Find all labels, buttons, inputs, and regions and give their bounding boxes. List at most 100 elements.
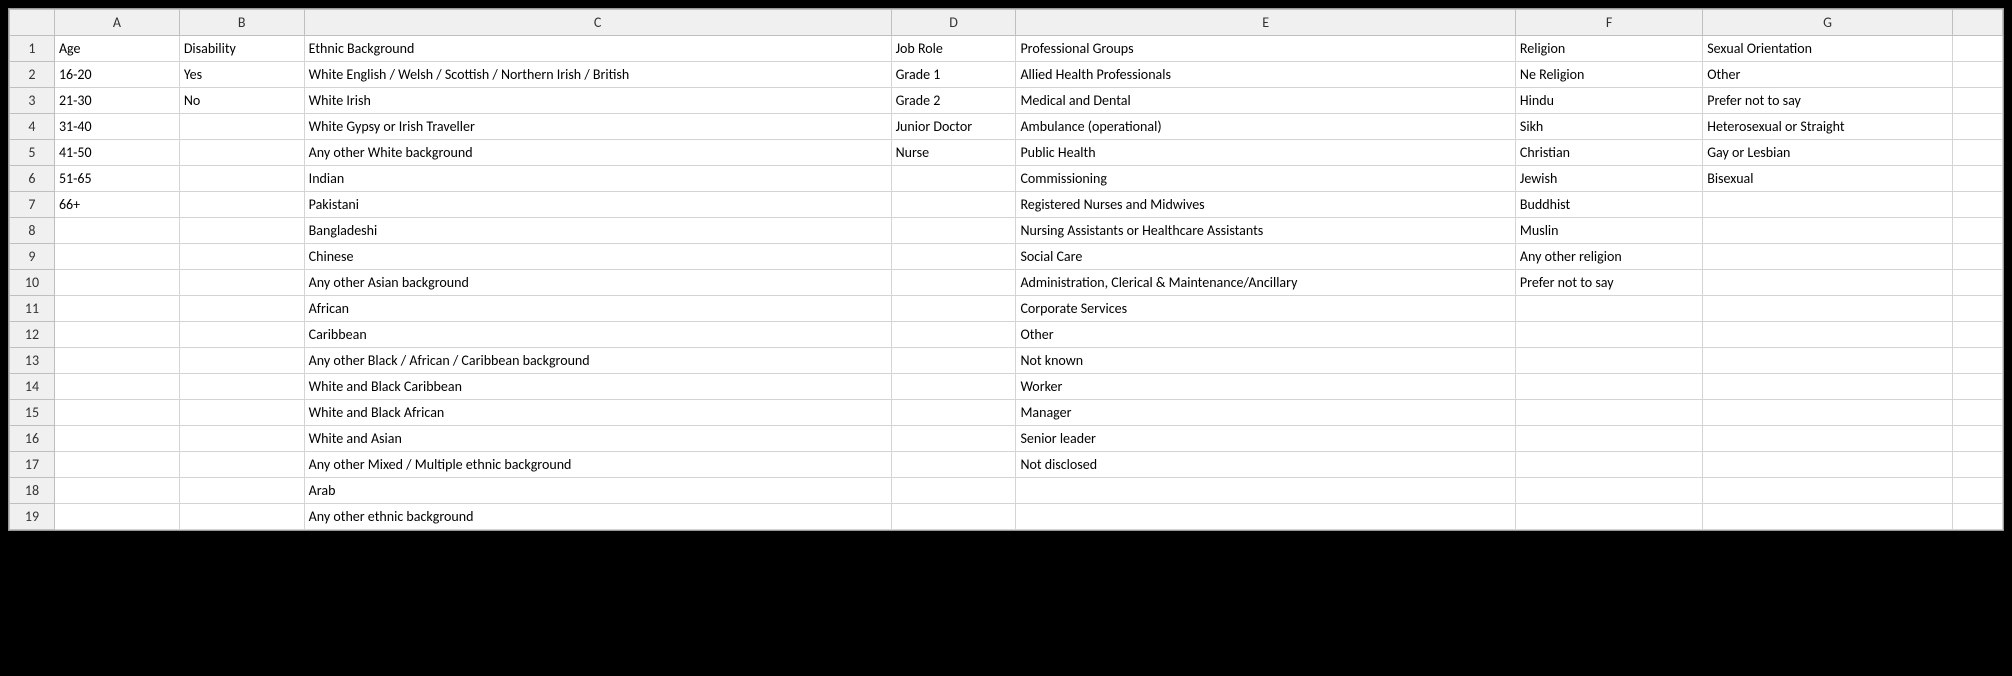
cell-D18[interactable] — [891, 478, 1016, 504]
cell-A11[interactable] — [54, 296, 179, 322]
cell-blank-13[interactable] — [1952, 348, 2002, 374]
row-header-16[interactable]: 16 — [10, 426, 55, 452]
col-header-G[interactable]: G — [1703, 10, 1953, 36]
row-header-13[interactable]: 13 — [10, 348, 55, 374]
cell-D13[interactable] — [891, 348, 1016, 374]
cell-F14[interactable] — [1515, 374, 1702, 400]
row-header-3[interactable]: 3 — [10, 88, 55, 114]
cell-G17[interactable] — [1703, 452, 1953, 478]
cell-F9[interactable]: Any other religion — [1515, 244, 1702, 270]
col-header-E[interactable]: E — [1016, 10, 1515, 36]
cell-A7[interactable]: 66+ — [54, 192, 179, 218]
cell-E3[interactable]: Medical and Dental — [1016, 88, 1515, 114]
cell-G11[interactable] — [1703, 296, 1953, 322]
cell-E6[interactable]: Commissioning — [1016, 166, 1515, 192]
cell-E18[interactable] — [1016, 478, 1515, 504]
cell-B16[interactable] — [179, 426, 304, 452]
cell-E12[interactable]: Other — [1016, 322, 1515, 348]
cell-A16[interactable] — [54, 426, 179, 452]
cell-C9[interactable]: Chinese — [304, 244, 891, 270]
cell-B5[interactable] — [179, 140, 304, 166]
cell-F7[interactable]: Buddhist — [1515, 192, 1702, 218]
cell-B17[interactable] — [179, 452, 304, 478]
cell-F13[interactable] — [1515, 348, 1702, 374]
cell-C5[interactable]: Any other White background — [304, 140, 891, 166]
col-header-C[interactable]: C — [304, 10, 891, 36]
row-header-4[interactable]: 4 — [10, 114, 55, 140]
cell-E19[interactable] — [1016, 504, 1515, 530]
cell-blank-9[interactable] — [1952, 244, 2002, 270]
select-all-corner[interactable] — [10, 10, 55, 36]
cell-blank-11[interactable] — [1952, 296, 2002, 322]
cell-A14[interactable] — [54, 374, 179, 400]
cell-E17[interactable]: Not disclosed — [1016, 452, 1515, 478]
cell-C17[interactable]: Any other Mixed / Multiple ethnic backgr… — [304, 452, 891, 478]
cell-C8[interactable]: Bangladeshi — [304, 218, 891, 244]
cell-E4[interactable]: Ambulance (operational) — [1016, 114, 1515, 140]
row-header-15[interactable]: 15 — [10, 400, 55, 426]
cell-blank-14[interactable] — [1952, 374, 2002, 400]
cell-B3[interactable]: No — [179, 88, 304, 114]
cell-F15[interactable] — [1515, 400, 1702, 426]
cell-B15[interactable] — [179, 400, 304, 426]
row-header-14[interactable]: 14 — [10, 374, 55, 400]
cell-E7[interactable]: Registered Nurses and Midwives — [1016, 192, 1515, 218]
cell-blank-17[interactable] — [1952, 452, 2002, 478]
cell-F2[interactable]: Ne Religion — [1515, 62, 1702, 88]
row-header-9[interactable]: 9 — [10, 244, 55, 270]
cell-A15[interactable] — [54, 400, 179, 426]
cell-G12[interactable] — [1703, 322, 1953, 348]
cell-blank-3[interactable] — [1952, 88, 2002, 114]
cell-E16[interactable]: Senior leader — [1016, 426, 1515, 452]
row-header-5[interactable]: 5 — [10, 140, 55, 166]
cell-B11[interactable] — [179, 296, 304, 322]
col-header-A[interactable]: A — [54, 10, 179, 36]
cell-A4[interactable]: 31-40 — [54, 114, 179, 140]
cell-F18[interactable] — [1515, 478, 1702, 504]
cell-B7[interactable] — [179, 192, 304, 218]
cell-G8[interactable] — [1703, 218, 1953, 244]
cell-C6[interactable]: Indian — [304, 166, 891, 192]
cell-F16[interactable] — [1515, 426, 1702, 452]
col-header-D[interactable]: D — [891, 10, 1016, 36]
cell-F1[interactable]: Religion — [1515, 36, 1702, 62]
row-header-2[interactable]: 2 — [10, 62, 55, 88]
cell-B8[interactable] — [179, 218, 304, 244]
cell-C12[interactable]: Caribbean — [304, 322, 891, 348]
cell-E14[interactable]: Worker — [1016, 374, 1515, 400]
cell-B10[interactable] — [179, 270, 304, 296]
cell-A19[interactable] — [54, 504, 179, 530]
spreadsheet-grid[interactable]: A B C D E F G 1AgeDisabilityEthnic Backg… — [9, 9, 2003, 530]
cell-blank-15[interactable] — [1952, 400, 2002, 426]
cell-C11[interactable]: African — [304, 296, 891, 322]
cell-D4[interactable]: Junior Doctor — [891, 114, 1016, 140]
cell-F6[interactable]: Jewish — [1515, 166, 1702, 192]
cell-G4[interactable]: Heterosexual or Straight — [1703, 114, 1953, 140]
cell-B18[interactable] — [179, 478, 304, 504]
cell-G15[interactable] — [1703, 400, 1953, 426]
cell-B1[interactable]: Disability — [179, 36, 304, 62]
row-header-12[interactable]: 12 — [10, 322, 55, 348]
row-header-6[interactable]: 6 — [10, 166, 55, 192]
cell-F3[interactable]: Hindu — [1515, 88, 1702, 114]
cell-C18[interactable]: Arab — [304, 478, 891, 504]
cell-E9[interactable]: Social Care — [1016, 244, 1515, 270]
cell-blank-4[interactable] — [1952, 114, 2002, 140]
row-header-17[interactable]: 17 — [10, 452, 55, 478]
cell-blank-1[interactable] — [1952, 36, 2002, 62]
cell-G14[interactable] — [1703, 374, 1953, 400]
col-header-F[interactable]: F — [1515, 10, 1702, 36]
cell-F19[interactable] — [1515, 504, 1702, 530]
cell-D17[interactable] — [891, 452, 1016, 478]
cell-E5[interactable]: Public Health — [1016, 140, 1515, 166]
cell-C2[interactable]: White English / Welsh / Scottish / North… — [304, 62, 891, 88]
cell-C19[interactable]: Any other ethnic background — [304, 504, 891, 530]
cell-E11[interactable]: Corporate Services — [1016, 296, 1515, 322]
cell-F12[interactable] — [1515, 322, 1702, 348]
cell-G1[interactable]: Sexual Orientation — [1703, 36, 1953, 62]
cell-C10[interactable]: Any other Asian background — [304, 270, 891, 296]
cell-C7[interactable]: Pakistani — [304, 192, 891, 218]
cell-D19[interactable] — [891, 504, 1016, 530]
col-header-blank[interactable] — [1952, 10, 2002, 36]
cell-A5[interactable]: 41-50 — [54, 140, 179, 166]
